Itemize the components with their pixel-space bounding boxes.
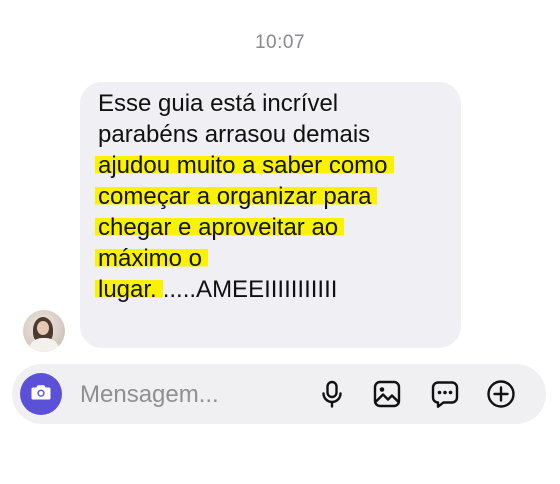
message-line: começar a organizar para	[95, 181, 458, 212]
highlighted-text: máximo o	[95, 245, 209, 272]
microphone-icon[interactable]	[316, 378, 348, 410]
camera-button[interactable]	[20, 373, 62, 415]
message-line: Esse guia está incrível	[98, 90, 339, 117]
sticker-icon[interactable]	[429, 378, 461, 410]
message-input[interactable]: Mensagem...	[80, 381, 219, 409]
highlighted-text: lugar.	[95, 276, 163, 303]
message-line: ajudou muito a saber como	[95, 150, 458, 181]
camera-icon	[29, 380, 53, 409]
image-icon[interactable]	[371, 378, 403, 410]
message-text: Esse guia está incrível parabéns arrasou…	[95, 88, 458, 305]
message-line: lugar. .....AMEEIIIIIIIIIII	[95, 274, 458, 305]
message-line: máximo o	[95, 243, 458, 274]
message-tail-text: .....AMEEIIIIIIIIIII	[162, 276, 338, 303]
highlighted-text: começar a organizar para	[95, 183, 378, 210]
timestamp: 10:07	[254, 32, 306, 53]
highlighted-text: ajudou muito a saber como	[95, 152, 394, 179]
message-line: parabéns arrasou demais	[98, 121, 371, 148]
plus-icon[interactable]	[485, 378, 517, 410]
highlighted-text: chegar e aproveitar ao	[95, 214, 345, 241]
message-line: chegar e aproveitar ao	[95, 212, 458, 243]
sender-avatar[interactable]	[23, 310, 65, 352]
message-composer: Mensagem...	[12, 364, 546, 424]
